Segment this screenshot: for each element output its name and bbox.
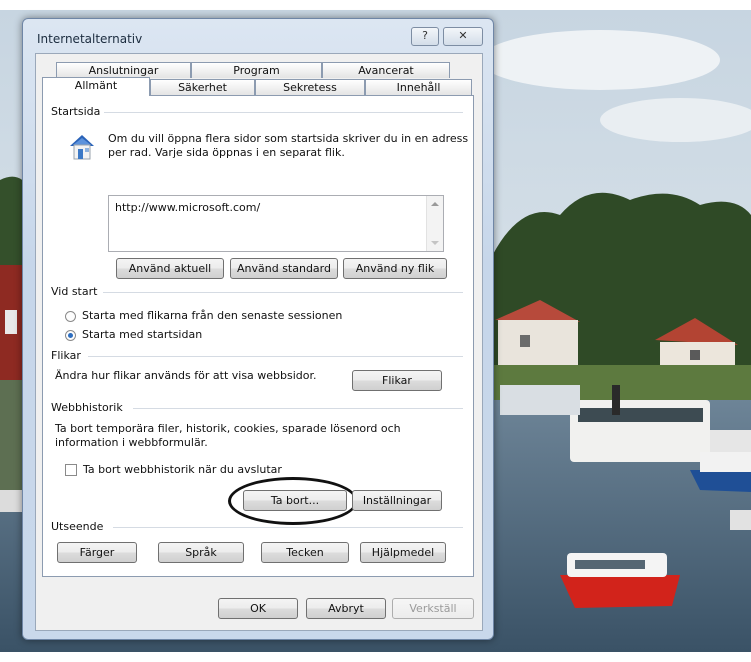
highlight-circle [228,477,358,525]
radio-last-session-label: Starta med flikarna från den senaste ses… [82,309,343,322]
startup-group-title: Vid start [51,285,102,298]
languages-button[interactable]: Språk [158,542,244,563]
radio-home-page[interactable] [65,330,76,341]
fonts-button[interactable]: Tecken [261,542,349,563]
scroll-up-icon[interactable] [431,202,439,206]
group-divider [103,292,463,293]
tab-security[interactable]: Säkerhet [150,79,255,95]
tab-content[interactable]: Innehåll [365,79,472,95]
home-page-url: http://www.microsoft.com/ [115,201,261,214]
cancel-button[interactable]: Avbryt [306,598,386,619]
textarea-scrollbar[interactable] [426,196,443,251]
appearance-group-title: Utseende [51,520,108,533]
group-divider [88,356,463,357]
radio-last-session[interactable] [65,311,76,322]
accessibility-button[interactable]: Hjälpmedel [360,542,446,563]
tabs-group-description: Ändra hur flikar används för att visa we… [55,369,317,382]
home-page-description-line2: per rad. Varje sida öppnas i en separat … [108,146,345,159]
use-default-button[interactable]: Använd standard [230,258,338,279]
close-icon: ✕ [458,29,468,42]
history-description-line2: information i webbformulär. [55,436,208,449]
group-divider [133,408,463,409]
home-page-group-title: Startsida [51,105,105,118]
scroll-down-icon[interactable] [431,241,439,245]
window-title: Internetalternativ [37,32,143,46]
apply-button[interactable]: Verkställ [392,598,474,619]
delete-history-on-exit-checkbox[interactable] [65,464,77,476]
general-tab-panel: Startsida Om du vill öppna flera sidor s… [42,95,474,577]
tab-privacy[interactable]: Sekretess [255,79,365,95]
group-divider [103,112,463,113]
home-icon [70,135,94,160]
dialog-client-area: Anslutningar Program Avancerat Allmänt S… [35,53,483,631]
history-group-title: Webbhistorik [51,401,127,414]
history-description-line1: Ta bort temporära filer, historik, cooki… [55,422,401,435]
tab-connections[interactable]: Anslutningar [56,62,191,78]
colors-button[interactable]: Färger [57,542,137,563]
internet-options-dialog: Internetalternativ ? ✕ Anslutningar Prog… [22,18,494,640]
home-page-description-line1: Om du vill öppna flera sidor som startsi… [108,132,469,145]
use-current-button[interactable]: Använd aktuell [116,258,224,279]
home-page-url-textarea[interactable]: http://www.microsoft.com/ [108,195,444,252]
group-divider [113,527,463,528]
tab-general[interactable]: Allmänt [42,77,150,96]
radio-home-page-label: Starta med startsidan [82,328,203,341]
close-button[interactable]: ✕ [443,27,483,46]
delete-history-on-exit-label: Ta bort webbhistorik när du avslutar [83,463,282,476]
history-settings-button[interactable]: Inställningar [352,490,442,511]
use-new-tab-button[interactable]: Använd ny flik [343,258,447,279]
help-button[interactable]: ? [411,27,439,46]
tab-programs[interactable]: Program [191,62,322,78]
tabs-group-title: Flikar [51,349,85,362]
tabs-settings-button[interactable]: Flikar [352,370,442,391]
tab-advanced[interactable]: Avancerat [322,62,450,78]
ok-button[interactable]: OK [218,598,298,619]
